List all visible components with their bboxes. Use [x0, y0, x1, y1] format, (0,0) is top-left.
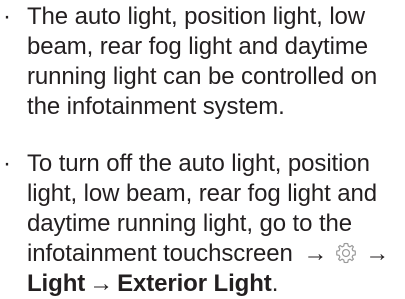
arrow-icon: →: [89, 270, 114, 297]
arrow-icon: →: [303, 240, 328, 267]
list-item-control-info: · The auto light, position light, low be…: [0, 2, 400, 122]
menu-path-exterior-light: Exterior Light: [117, 270, 272, 297]
list-item-turn-off-instructions: · To turn off the auto light, position l…: [0, 149, 400, 299]
bullet-marker: ·: [3, 150, 11, 177]
gear-icon: [336, 242, 357, 264]
arrow-icon: →: [365, 240, 390, 267]
end-punctuation: .: [271, 270, 279, 297]
bullet-text: The auto light, position light, low beam…: [27, 3, 378, 120]
bullet-marker: ·: [3, 3, 11, 30]
bullet-text: To turn off the auto light, position lig…: [27, 149, 400, 299]
menu-path-light: Light: [27, 270, 86, 297]
